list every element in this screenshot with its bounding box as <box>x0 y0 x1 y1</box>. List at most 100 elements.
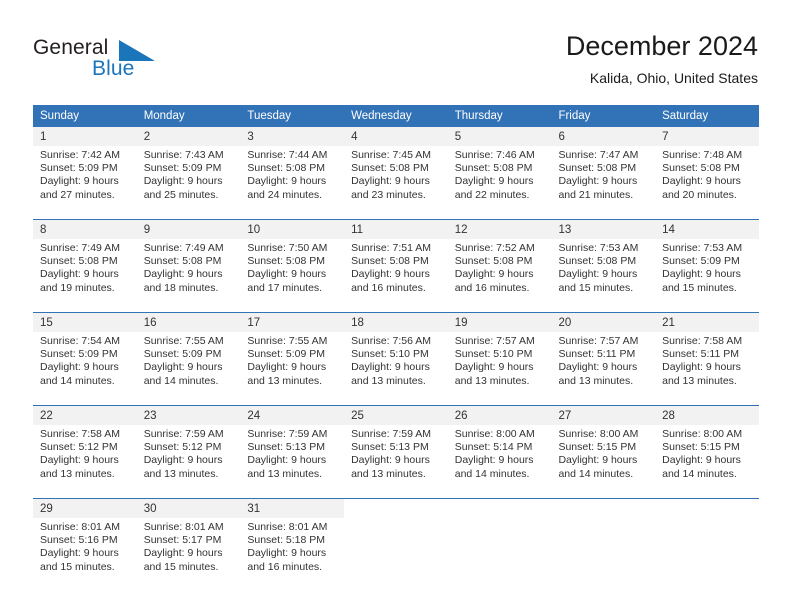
day-detail-sunrise: Sunrise: 7:52 AM <box>454 242 535 254</box>
day-detail-sunrise: Sunrise: 8:01 AM <box>247 521 328 533</box>
day-number[interactable]: 12 <box>447 219 552 239</box>
day-detail: Sunrise: 7:56 AM Sunset: 5:10 PM Daylight:… <box>344 332 448 396</box>
day-number[interactable]: 27 <box>551 405 656 425</box>
calendar-page: General Blue December 2024 Kalida, Ohio,… <box>0 0 792 612</box>
day-detail-daylight2: and 14 minutes. <box>662 467 737 480</box>
day-detail-empty <box>447 518 552 582</box>
day-detail-daylight2: and 23 minutes. <box>351 188 426 201</box>
day-number[interactable]: 7 <box>655 127 759 146</box>
page-header: General Blue December 2024 Kalida, Ohio,… <box>0 0 792 100</box>
day-number[interactable]: 14 <box>655 219 759 239</box>
day-number[interactable]: 22 <box>33 405 137 425</box>
weekday-header-thursday: Thursday <box>447 105 552 127</box>
day-number[interactable]: 23 <box>136 405 241 425</box>
day-detail-sunrise: Sunrise: 7:49 AM <box>40 242 120 254</box>
week-spacer-cell <box>33 489 137 499</box>
day-detail-daylight2: and 13 minutes. <box>351 374 426 387</box>
day-detail-daylight2: and 13 minutes. <box>40 467 115 480</box>
day-number[interactable]: 28 <box>655 405 759 425</box>
day-detail-daylight2: and 14 minutes. <box>558 467 634 480</box>
week-spacer-cell <box>655 396 759 406</box>
day-detail-daylight1: Daylight: 9 hours <box>662 175 741 188</box>
day-number[interactable]: 19 <box>447 312 552 332</box>
day-number[interactable]: 20 <box>551 312 656 332</box>
day-detail-sunrise: Sunrise: 7:42 AM <box>40 149 120 161</box>
day-number[interactable]: 3 <box>240 127 345 146</box>
day-number[interactable]: 13 <box>551 219 656 239</box>
day-number[interactable]: 29 <box>33 498 137 518</box>
page-title: December 2024 <box>565 31 758 61</box>
week-spacer-cell <box>655 489 759 499</box>
day-detail-daylight2: and 21 minutes. <box>558 188 634 201</box>
day-detail: Sunrise: 8:00 AM Sunset: 5:15 PM Daylight:… <box>655 425 759 489</box>
day-detail: Sunrise: 7:47 AM Sunset: 5:08 PM Daylight:… <box>551 146 656 210</box>
day-number[interactable]: 31 <box>240 498 345 518</box>
day-detail-daylight1: Daylight: 9 hours <box>40 547 119 560</box>
day-detail-daylight1: Daylight: 9 hours <box>247 454 327 467</box>
calendar-grid: Sunday Monday Tuesday Wednesday Thursday… <box>33 105 759 582</box>
generalblue-logo[interactable]: General Blue <box>33 36 233 88</box>
day-detail-daylight2: and 24 minutes. <box>247 188 323 201</box>
day-detail-daylight1: Daylight: 9 hours <box>40 361 119 374</box>
day-detail-empty <box>551 518 656 582</box>
day-detail-daylight2: and 13 minutes. <box>454 374 530 387</box>
week-spacer-cell <box>240 489 345 499</box>
day-detail-sunset: Sunset: 5:08 PM <box>454 255 533 268</box>
week-spacer-cell <box>136 303 241 313</box>
day-detail-sunrise: Sunrise: 7:50 AM <box>247 242 328 254</box>
day-detail-sunset: Sunset: 5:15 PM <box>662 441 740 454</box>
day-number[interactable]: 8 <box>33 219 137 239</box>
week-spacer-cell <box>655 303 759 313</box>
title-block: December 2024 Kalida, Ohio, United State… <box>566 30 758 87</box>
day-number[interactable]: 30 <box>136 498 241 518</box>
day-detail-sunrise: Sunrise: 7:54 AM <box>40 335 120 347</box>
week-spacer-cell <box>33 210 137 220</box>
day-number[interactable]: 9 <box>136 219 241 239</box>
day-number[interactable]: 1 <box>33 127 137 146</box>
day-number[interactable]: 10 <box>240 219 345 239</box>
day-number[interactable]: 24 <box>240 405 345 425</box>
day-number-row: 8 9 10 11 12 13 14 <box>33 219 759 239</box>
day-detail: Sunrise: 7:55 AM Sunset: 5:09 PM Daylight:… <box>240 332 345 396</box>
day-detail-daylight1: Daylight: 9 hours <box>454 454 534 467</box>
day-number-row: 22 23 24 25 26 27 28 <box>33 405 759 425</box>
day-detail-daylight1: Daylight: 9 hours <box>143 361 223 374</box>
day-detail-sunset: Sunset: 5:12 PM <box>143 441 222 454</box>
day-detail: Sunrise: 7:48 AM Sunset: 5:08 PM Daylight:… <box>655 146 759 210</box>
day-detail-daylight1: Daylight: 9 hours <box>558 175 638 188</box>
day-number[interactable]: 21 <box>655 312 759 332</box>
day-number[interactable]: 15 <box>33 312 137 332</box>
day-detail-sunset: Sunset: 5:15 PM <box>558 441 637 454</box>
day-detail: Sunrise: 7:54 AM Sunset: 5:09 PM Daylight:… <box>33 332 137 396</box>
day-detail-sunset: Sunset: 5:09 PM <box>40 348 118 361</box>
day-detail-sunset: Sunset: 5:17 PM <box>143 534 222 547</box>
day-number[interactable]: 18 <box>344 312 448 332</box>
week-spacer-cell <box>551 489 656 499</box>
day-number[interactable]: 25 <box>344 405 448 425</box>
day-detail-sunset: Sunset: 5:08 PM <box>662 162 740 175</box>
day-detail-sunrise: Sunrise: 8:00 AM <box>558 428 639 440</box>
day-detail: Sunrise: 7:49 AM Sunset: 5:08 PM Daylight:… <box>136 239 241 303</box>
day-detail: Sunrise: 8:01 AM Sunset: 5:16 PM Daylight:… <box>33 518 137 582</box>
day-detail: Sunrise: 7:59 AM Sunset: 5:13 PM Daylight:… <box>344 425 448 489</box>
day-number[interactable]: 4 <box>344 127 448 146</box>
day-number[interactable]: 2 <box>136 127 241 146</box>
day-number[interactable]: 16 <box>136 312 241 332</box>
day-detail-sunrise: Sunrise: 7:59 AM <box>143 428 224 440</box>
day-detail: Sunrise: 7:51 AM Sunset: 5:08 PM Daylight:… <box>344 239 448 303</box>
day-detail-daylight1: Daylight: 9 hours <box>247 547 327 560</box>
day-number[interactable]: 5 <box>447 127 552 146</box>
day-detail-daylight1: Daylight: 9 hours <box>40 175 119 188</box>
day-detail-sunset: Sunset: 5:11 PM <box>662 348 739 361</box>
day-detail-sunrise: Sunrise: 7:59 AM <box>247 428 328 440</box>
week-spacer-cell <box>136 489 241 499</box>
day-number[interactable]: 6 <box>551 127 656 146</box>
day-cell-empty <box>344 498 448 518</box>
day-number[interactable]: 11 <box>344 219 448 239</box>
day-number[interactable]: 26 <box>447 405 552 425</box>
day-detail-daylight2: and 18 minutes. <box>143 281 219 294</box>
day-number[interactable]: 17 <box>240 312 345 332</box>
day-number-row: 15 16 17 18 19 20 21 <box>33 312 759 332</box>
day-detail-daylight2: and 19 minutes. <box>40 281 115 294</box>
day-detail-sunset: Sunset: 5:09 PM <box>247 348 326 361</box>
